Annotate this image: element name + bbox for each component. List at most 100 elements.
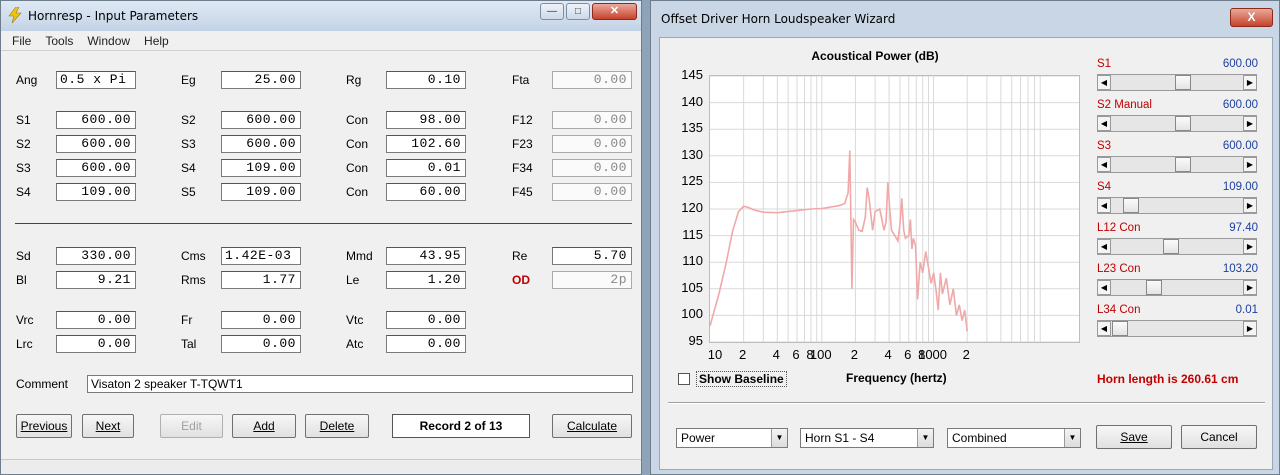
slider-track[interactable]: ◀ ▶	[1097, 320, 1257, 337]
slider-track[interactable]: ◀ ▶	[1097, 197, 1257, 214]
y-tick-label: 145	[681, 67, 703, 82]
menu-file[interactable]: File	[5, 31, 38, 50]
calculate-button[interactable]: Calculate	[552, 414, 632, 438]
field-lrc[interactable]: 0.00	[56, 335, 136, 353]
slider-track[interactable]: ◀ ▶	[1097, 74, 1257, 91]
delete-button[interactable]: Delete	[305, 414, 369, 438]
slider-thumb[interactable]	[1146, 280, 1163, 295]
slider-thumb[interactable]	[1174, 75, 1191, 90]
minimize-button[interactable]: —	[540, 3, 564, 20]
slider-value: 103.20	[1222, 263, 1258, 275]
slider-track[interactable]: ◀ ▶	[1097, 238, 1257, 255]
previous-button[interactable]: Previous	[16, 414, 72, 438]
field-re[interactable]: 5.70	[552, 247, 632, 265]
field-rg[interactable]: 0.10	[386, 71, 466, 89]
field-f45[interactable]: 0.00	[552, 183, 632, 201]
field-s2[interactable]: 600.00	[221, 111, 301, 129]
field-le[interactable]: 1.20	[386, 271, 466, 289]
chevron-down-icon[interactable]: ▼	[1064, 429, 1080, 447]
field-vtc[interactable]: 0.00	[386, 311, 466, 329]
chevron-left-icon[interactable]: ◀	[1097, 321, 1111, 336]
field-f12[interactable]: 0.00	[552, 111, 632, 129]
chevron-right-icon[interactable]: ▶	[1243, 75, 1257, 90]
y-tick-label: 110	[682, 253, 703, 269]
chevron-right-icon[interactable]: ▶	[1243, 157, 1257, 172]
label-vrc: Vrc	[16, 313, 34, 327]
field-fr[interactable]: 0.00	[221, 311, 301, 329]
chevron-right-icon[interactable]: ▶	[1243, 198, 1257, 213]
field-ang[interactable]: 0.5 x Pi	[56, 71, 136, 89]
field-con[interactable]: 102.60	[386, 135, 466, 153]
field-cms[interactable]: 1.42E-03	[221, 247, 301, 265]
chevron-right-icon[interactable]: ▶	[1243, 280, 1257, 295]
menu-window[interactable]: Window	[80, 31, 137, 50]
add-button[interactable]: Add	[232, 414, 296, 438]
field-s1[interactable]: 600.00	[56, 111, 136, 129]
edit-button[interactable]: Edit	[160, 414, 223, 438]
wizard-close-button[interactable]: X	[1230, 8, 1273, 27]
field-vrc[interactable]: 0.00	[56, 311, 136, 329]
checkbox-box[interactable]	[678, 373, 690, 385]
field-eg[interactable]: 25.00	[221, 71, 301, 89]
slider-track[interactable]: ◀ ▶	[1097, 115, 1257, 132]
field-s2[interactable]: 600.00	[56, 135, 136, 153]
field-rms[interactable]: 1.77	[221, 271, 301, 289]
field-od[interactable]: 2p	[552, 271, 632, 289]
chevron-left-icon[interactable]: ◀	[1097, 75, 1111, 90]
combined-select-value: Combined	[952, 431, 1007, 445]
chevron-left-icon[interactable]: ◀	[1097, 116, 1111, 131]
field-bl[interactable]: 9.21	[56, 271, 136, 289]
field-sd[interactable]: 330.00	[56, 247, 136, 265]
next-button[interactable]: Next	[82, 414, 134, 438]
x-tick-label: 4	[884, 347, 892, 362]
slider-thumb[interactable]	[1174, 116, 1191, 131]
save-button[interactable]: Save	[1096, 425, 1172, 449]
show-baseline-checkbox[interactable]: Show Baseline	[678, 371, 787, 387]
label-od: OD	[512, 273, 530, 287]
chevron-down-icon[interactable]: ▼	[917, 429, 933, 447]
chevron-right-icon[interactable]: ▶	[1243, 321, 1257, 336]
label-vtc: Vtc	[346, 313, 364, 327]
slider-thumb[interactable]	[1163, 239, 1180, 254]
field-fta[interactable]: 0.00	[552, 71, 632, 89]
chevron-right-icon[interactable]: ▶	[1243, 116, 1257, 131]
comment-input[interactable]: Visaton 2 speaker T-TQWT1	[87, 375, 633, 393]
field-mmd[interactable]: 43.95	[386, 247, 466, 265]
field-s5[interactable]: 109.00	[221, 183, 301, 201]
field-f23[interactable]: 0.00	[552, 135, 632, 153]
field-s3[interactable]: 600.00	[56, 159, 136, 177]
section-divider	[15, 223, 632, 224]
maximize-button[interactable]: □	[566, 3, 590, 20]
horn-select[interactable]: Horn S1 - S4 ▼	[800, 428, 934, 448]
slider-thumb[interactable]	[1123, 198, 1140, 213]
label-con: Con	[346, 113, 369, 127]
chevron-left-icon[interactable]: ◀	[1097, 239, 1111, 254]
slider-thumb[interactable]	[1112, 321, 1128, 336]
slider-label: L23 Con	[1097, 263, 1141, 275]
cancel-button[interactable]: Cancel	[1181, 425, 1257, 449]
field-atc[interactable]: 0.00	[386, 335, 466, 353]
field-con[interactable]: 60.00	[386, 183, 466, 201]
slider-track[interactable]: ◀ ▶	[1097, 279, 1257, 296]
field-f34[interactable]: 0.00	[552, 159, 632, 177]
field-con[interactable]: 98.00	[386, 111, 466, 129]
chevron-left-icon[interactable]: ◀	[1097, 157, 1111, 172]
field-s4[interactable]: 109.00	[56, 183, 136, 201]
chevron-down-icon[interactable]: ▼	[771, 429, 787, 447]
chevron-left-icon[interactable]: ◀	[1097, 280, 1111, 295]
field-tal[interactable]: 0.00	[221, 335, 301, 353]
slider-track[interactable]: ◀ ▶	[1097, 156, 1257, 173]
close-button[interactable]: ✕	[592, 3, 637, 20]
field-s4[interactable]: 109.00	[221, 159, 301, 177]
title-bar[interactable]: Hornresp - Input Parameters — □ ✕	[1, 1, 641, 31]
combined-select[interactable]: Combined ▼	[947, 428, 1081, 448]
chevron-left-icon[interactable]: ◀	[1097, 198, 1111, 213]
field-con[interactable]: 0.01	[386, 159, 466, 177]
slider-thumb[interactable]	[1174, 157, 1191, 172]
menu-tools[interactable]: Tools	[38, 31, 80, 50]
mode-select[interactable]: Power ▼	[676, 428, 788, 448]
menu-help[interactable]: Help	[137, 31, 176, 50]
field-s3[interactable]: 600.00	[221, 135, 301, 153]
chevron-right-icon[interactable]: ▶	[1243, 239, 1257, 254]
calculate-label: Calculate	[566, 419, 618, 433]
